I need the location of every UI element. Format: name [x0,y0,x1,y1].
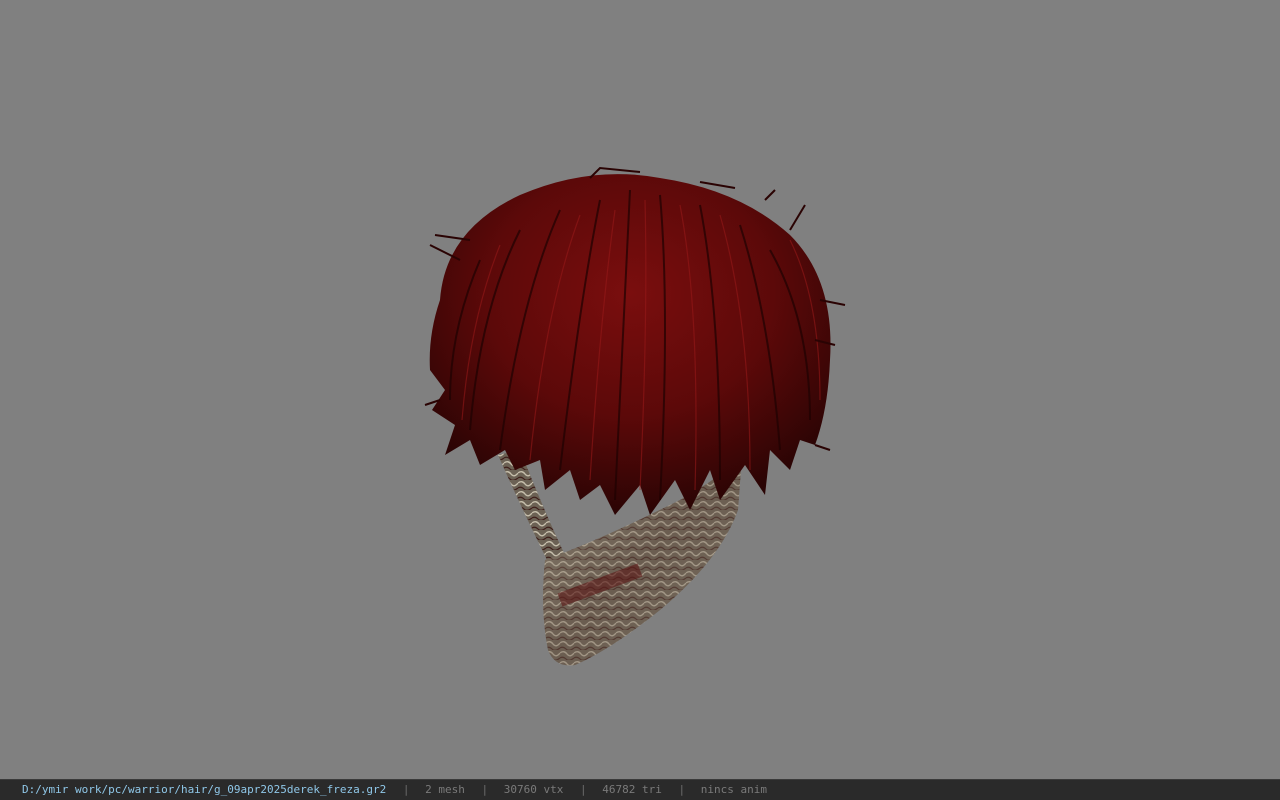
triangle-count-label: 46782 tri [602,783,662,796]
status-separator: | [402,783,410,796]
hair-model-render[interactable] [0,0,1280,779]
status-separator: | [678,783,686,796]
status-separator: | [579,783,587,796]
vertex-count-label: 30760 vtx [503,783,564,796]
status-separator: | [481,783,489,796]
mesh-count-label: 2 mesh [425,783,465,796]
anim-status-label: nincs anim [700,783,767,796]
status-bar: D:/ymir work/pc/warrior/hair/g_09apr2025… [0,779,1280,800]
file-path-label: D:/ymir work/pc/warrior/hair/g_09apr2025… [22,783,387,796]
hair-mass [424,166,846,515]
3d-viewport[interactable] [0,0,1280,779]
